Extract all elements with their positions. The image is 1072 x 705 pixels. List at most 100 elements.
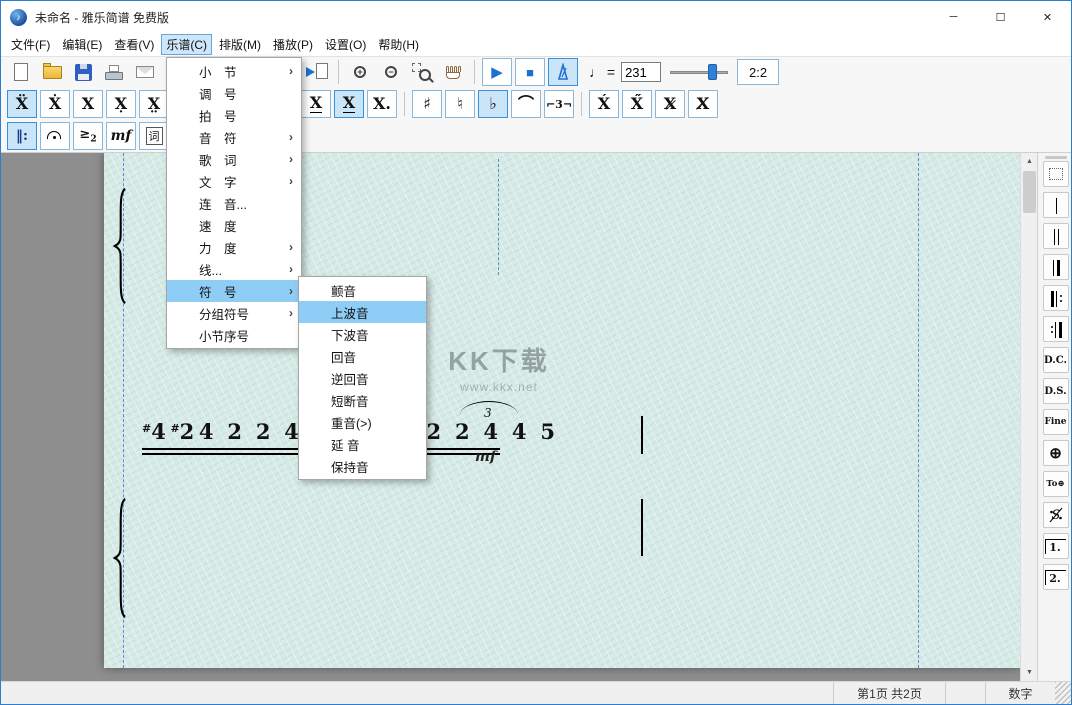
note-duration-button[interactable]: X (334, 90, 364, 118)
repeat-barline-button[interactable]: ‖: (7, 122, 37, 150)
symbol-submenu-item[interactable]: 回音 (299, 345, 426, 367)
octave-note-button[interactable]: Ẋ (40, 90, 70, 118)
menubar-item[interactable]: 查看(V) (109, 34, 159, 55)
score-menu-item[interactable]: 文 字 › (167, 170, 301, 192)
volta1-button[interactable]: 1. (1043, 533, 1069, 559)
symbol-submenu-item[interactable]: 逆回音 (299, 367, 426, 389)
pan-button[interactable] (439, 58, 467, 86)
time-signature-button[interactable]: 2:2 (737, 59, 779, 85)
ornament-note-button[interactable]: X̷ (655, 90, 685, 118)
scroll-up-button[interactable]: ▲ (1021, 153, 1038, 170)
vertical-scrollbar[interactable]: ▲ ▼ (1020, 153, 1037, 681)
lyrics-button[interactable]: 词 (139, 122, 169, 150)
zoom-selection-button[interactable] (408, 58, 436, 86)
symbol-submenu-item[interactable]: 短断音 (299, 389, 426, 411)
score-menu-item[interactable]: 音 符 › (167, 126, 301, 148)
symbol-submenu-item[interactable]: 上波音 (299, 301, 426, 323)
dc-button[interactable]: D.C. (1043, 347, 1069, 373)
volta2-button[interactable]: 2. (1043, 564, 1069, 590)
select-frame-button[interactable] (1043, 161, 1069, 187)
ornament-note-button[interactable]: X́ (589, 90, 619, 118)
scroll-down-button[interactable]: ▼ (1021, 664, 1038, 681)
metronome-button[interactable] (548, 58, 578, 86)
accidental-button[interactable]: ♯ (412, 90, 442, 118)
symbol-submenu-item[interactable]: 延 音 (299, 433, 426, 455)
menubar-item[interactable]: 播放(P) (268, 34, 318, 55)
slider-thumb[interactable] (708, 64, 717, 80)
score-menu-item[interactable]: 速 度 (167, 214, 301, 236)
tempo-note-label: ♩ = (589, 64, 615, 80)
score-menu-item[interactable]: 调 号 (167, 82, 301, 104)
accidental-button[interactable]: ⌒ (511, 90, 541, 118)
zoom-out-button[interactable]: − (377, 58, 405, 86)
octave-note-button[interactable]: X̤ (139, 90, 169, 118)
close-button[interactable]: ✕ (1024, 1, 1071, 33)
repeat-end-button[interactable] (1043, 316, 1069, 342)
barline-final-button[interactable] (1043, 254, 1069, 280)
repeat-begin-button[interactable] (1043, 285, 1069, 311)
symbol-submenu-item[interactable]: 重音(>) (299, 411, 426, 433)
score-menu-item[interactable]: 符 号 › (167, 280, 301, 302)
symbol-submenu-item[interactable]: 下波音 (299, 323, 426, 345)
resize-grip[interactable] (1055, 682, 1071, 704)
menubar-item[interactable]: 帮助(H) (373, 34, 424, 55)
score-menu-item[interactable]: 线... › (167, 258, 301, 280)
to-coda-button[interactable]: To⊕ (1043, 471, 1069, 497)
symbol-submenu-item[interactable]: 颤音 (299, 279, 426, 301)
toolbar-separator (404, 92, 405, 116)
dynamics-button[interactable]: mf (106, 122, 136, 150)
panel-grip[interactable] (1045, 156, 1067, 159)
slider-track[interactable] (670, 71, 728, 74)
zoom-in-button[interactable]: + (346, 58, 374, 86)
menubar-item[interactable]: 编辑(E) (57, 34, 107, 55)
menubar-item[interactable]: 乐谱(C) (161, 34, 212, 55)
score-menu-item[interactable]: 力 度 › (167, 236, 301, 258)
coda-button[interactable]: ⊕ (1043, 440, 1069, 466)
repeat-end-icon (1059, 322, 1062, 338)
note-duration-button[interactable]: X (301, 90, 331, 118)
octave-note-button[interactable]: X̣ (106, 90, 136, 118)
ds-button[interactable]: D.S. (1043, 378, 1069, 404)
accidental-button[interactable]: ⌐3¬ (544, 90, 574, 118)
segno-button[interactable]: S (1043, 502, 1069, 528)
symbol-submenu-item[interactable]: 保持音 (299, 455, 426, 477)
goto-page-button[interactable] (303, 58, 331, 86)
ornament-note-button[interactable]: X̋ (622, 90, 652, 118)
score-menu-item[interactable]: 连 音... (167, 192, 301, 214)
segno-icon: S (1048, 506, 1064, 524)
minimize-button[interactable]: ─ (930, 1, 977, 33)
octave-note-button[interactable]: X (73, 90, 103, 118)
score-menu-item[interactable]: 拍 号 (167, 104, 301, 126)
note-duration-button[interactable]: X. (367, 90, 397, 118)
lyrics-icon: 词 (146, 127, 163, 145)
play-button[interactable]: ▶ (482, 58, 512, 86)
print-button[interactable] (100, 58, 128, 86)
score-menu-item[interactable]: 歌 词 › (167, 148, 301, 170)
menubar-item[interactable]: 排版(M) (214, 34, 266, 55)
score-menu-item[interactable]: 小节序号 (167, 324, 301, 346)
accidental-button[interactable]: ♮ (445, 90, 475, 118)
open-file-button[interactable] (38, 58, 66, 86)
scrollbar-thumb[interactable] (1023, 171, 1036, 213)
barline-single-button[interactable] (1043, 192, 1069, 218)
submenu-arrow-icon: › (289, 284, 293, 298)
jianpu-note: 5 (540, 419, 564, 444)
export-button[interactable] (131, 58, 159, 86)
fine-button[interactable]: Fine (1043, 409, 1069, 435)
fermata-button[interactable] (40, 122, 70, 150)
octave-note-button[interactable]: Ẍ (7, 90, 37, 118)
save-button[interactable] (69, 58, 97, 86)
score-menu-item[interactable]: 小 节 › (167, 60, 301, 82)
accent-button[interactable]: ≥2 (73, 122, 103, 150)
accidental-button[interactable]: ♭ (478, 90, 508, 118)
menubar-item[interactable]: 文件(F) (6, 34, 55, 55)
tempo-slider[interactable] (670, 61, 728, 83)
menubar-item[interactable]: 设置(O) (320, 34, 371, 55)
stop-button[interactable]: ■ (515, 58, 545, 86)
tempo-input[interactable] (621, 62, 661, 82)
barline-double-button[interactable] (1043, 223, 1069, 249)
new-file-button[interactable] (7, 58, 35, 86)
maximize-button[interactable]: ☐ (977, 1, 1024, 33)
ornament-note-button[interactable]: X̸ (688, 90, 718, 118)
score-menu-item[interactable]: 分组符号 › (167, 302, 301, 324)
